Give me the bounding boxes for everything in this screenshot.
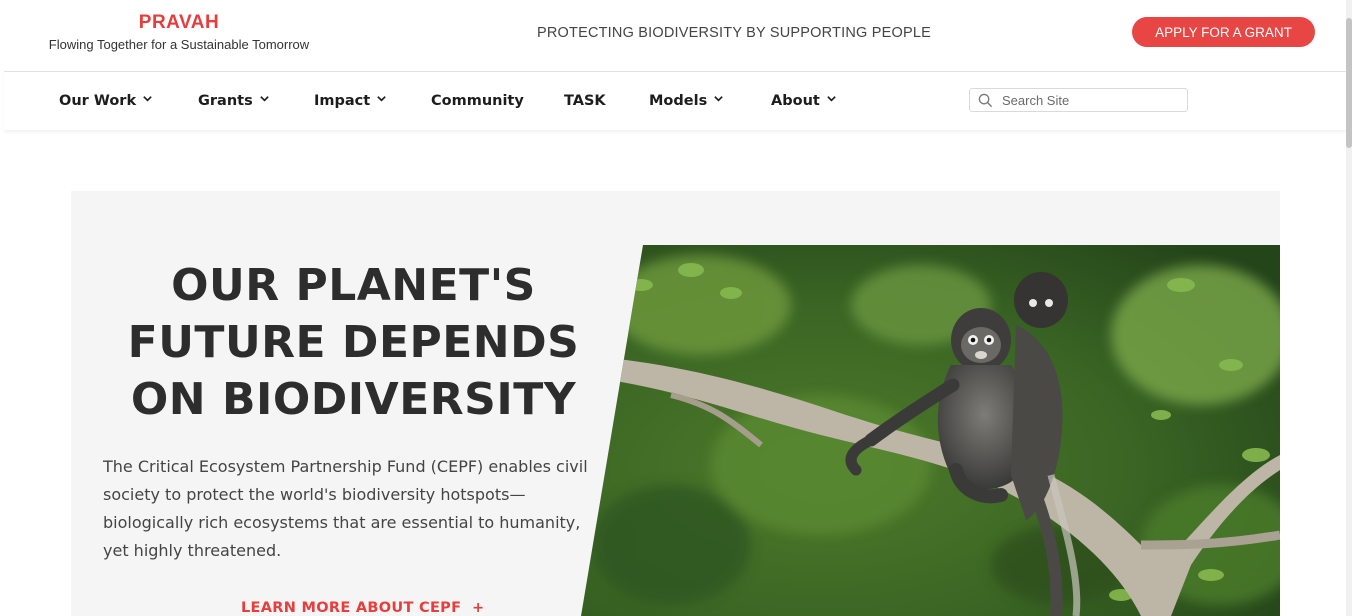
search-input[interactable] bbox=[1002, 92, 1172, 108]
nav-item-models[interactable]: Models bbox=[649, 90, 724, 112]
main-nav: Our Work Grants Impact Community TASK Mo… bbox=[4, 72, 1346, 130]
learn-more-label: LEARN MORE ABOUT CEPF bbox=[241, 600, 462, 616]
nav-item-about[interactable]: About bbox=[771, 90, 837, 112]
hero-section: OUR PLANET'S FUTURE DEPENDS ON BIODIVERS… bbox=[71, 191, 1280, 616]
plus-icon: + bbox=[466, 600, 485, 616]
nav-item-grants[interactable]: Grants bbox=[198, 90, 270, 112]
nav-item-our-work[interactable]: Our Work bbox=[59, 90, 153, 112]
brand-name[interactable]: PRAVAH bbox=[34, 12, 324, 34]
chevron-down-icon bbox=[714, 95, 723, 102]
hero-description: The Critical Ecosystem Partnership Fund … bbox=[103, 457, 588, 560]
search-icon bbox=[978, 93, 993, 107]
page-scrollbar[interactable] bbox=[1346, 0, 1352, 616]
brand-logo[interactable]: PRAVAH Flowing Together for a Sustainabl… bbox=[34, 12, 324, 52]
nav-item-label: Grants bbox=[198, 93, 253, 109]
nav-item-label: Our Work bbox=[59, 93, 137, 109]
site-header: PRAVAH Flowing Together for a Sustainabl… bbox=[4, 0, 1346, 72]
search-box[interactable] bbox=[969, 88, 1188, 112]
nav-item-label: Impact bbox=[314, 93, 371, 109]
chevron-down-icon bbox=[259, 95, 269, 102]
nav-item-label: Models bbox=[649, 93, 708, 109]
apply-for-grant-button[interactable]: APPLY FOR A GRANT bbox=[1132, 17, 1315, 47]
nav-item-community[interactable]: Community bbox=[431, 90, 524, 112]
nav-item-label: About bbox=[771, 93, 820, 109]
chevron-down-icon bbox=[143, 95, 152, 102]
brand-tagline: Flowing Together for a Sustainable Tomor… bbox=[48, 37, 310, 52]
learn-more-link[interactable]: LEARN MORE ABOUT CEPF + bbox=[241, 600, 484, 616]
mission-statement: PROTECTING BIODIVERSITY BY SUPPORTING PE… bbox=[537, 25, 931, 41]
nav-item-impact[interactable]: Impact bbox=[314, 90, 387, 112]
nav-item-task[interactable]: TASK bbox=[564, 90, 606, 112]
nav-item-label: TASK bbox=[564, 93, 606, 109]
nav-item-label: Community bbox=[431, 93, 524, 109]
langur-monkeys-photo bbox=[581, 245, 1280, 616]
chevron-down-icon bbox=[377, 95, 386, 102]
scrollbar-thumb[interactable] bbox=[1346, 18, 1352, 148]
chevron-down-icon bbox=[827, 95, 836, 102]
hero-title: OUR PLANET'S FUTURE DEPENDS ON BIODIVERS… bbox=[127, 260, 580, 425]
